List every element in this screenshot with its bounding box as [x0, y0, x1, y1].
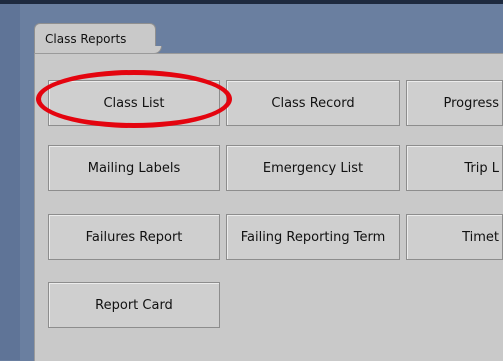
tab-label: Class Reports	[45, 32, 127, 46]
trip-list-button[interactable]: Trip L	[406, 145, 503, 191]
mailing-labels-button[interactable]: Mailing Labels	[48, 145, 220, 191]
progress-button[interactable]: Progress	[406, 80, 503, 126]
failures-report-button[interactable]: Failures Report	[48, 214, 220, 260]
class-record-button[interactable]: Class Record	[226, 80, 400, 126]
timetable-button[interactable]: Timet	[406, 214, 503, 260]
class-list-button[interactable]: Class List	[48, 80, 220, 126]
emergency-list-button[interactable]: Emergency List	[226, 145, 400, 191]
failing-reporting-term-button[interactable]: Failing Reporting Term	[226, 214, 400, 260]
window-top-border	[0, 0, 503, 4]
tab-class-reports[interactable]: Class Reports	[34, 23, 156, 54]
report-card-button[interactable]: Report Card	[48, 282, 220, 328]
left-margin	[0, 4, 20, 360]
